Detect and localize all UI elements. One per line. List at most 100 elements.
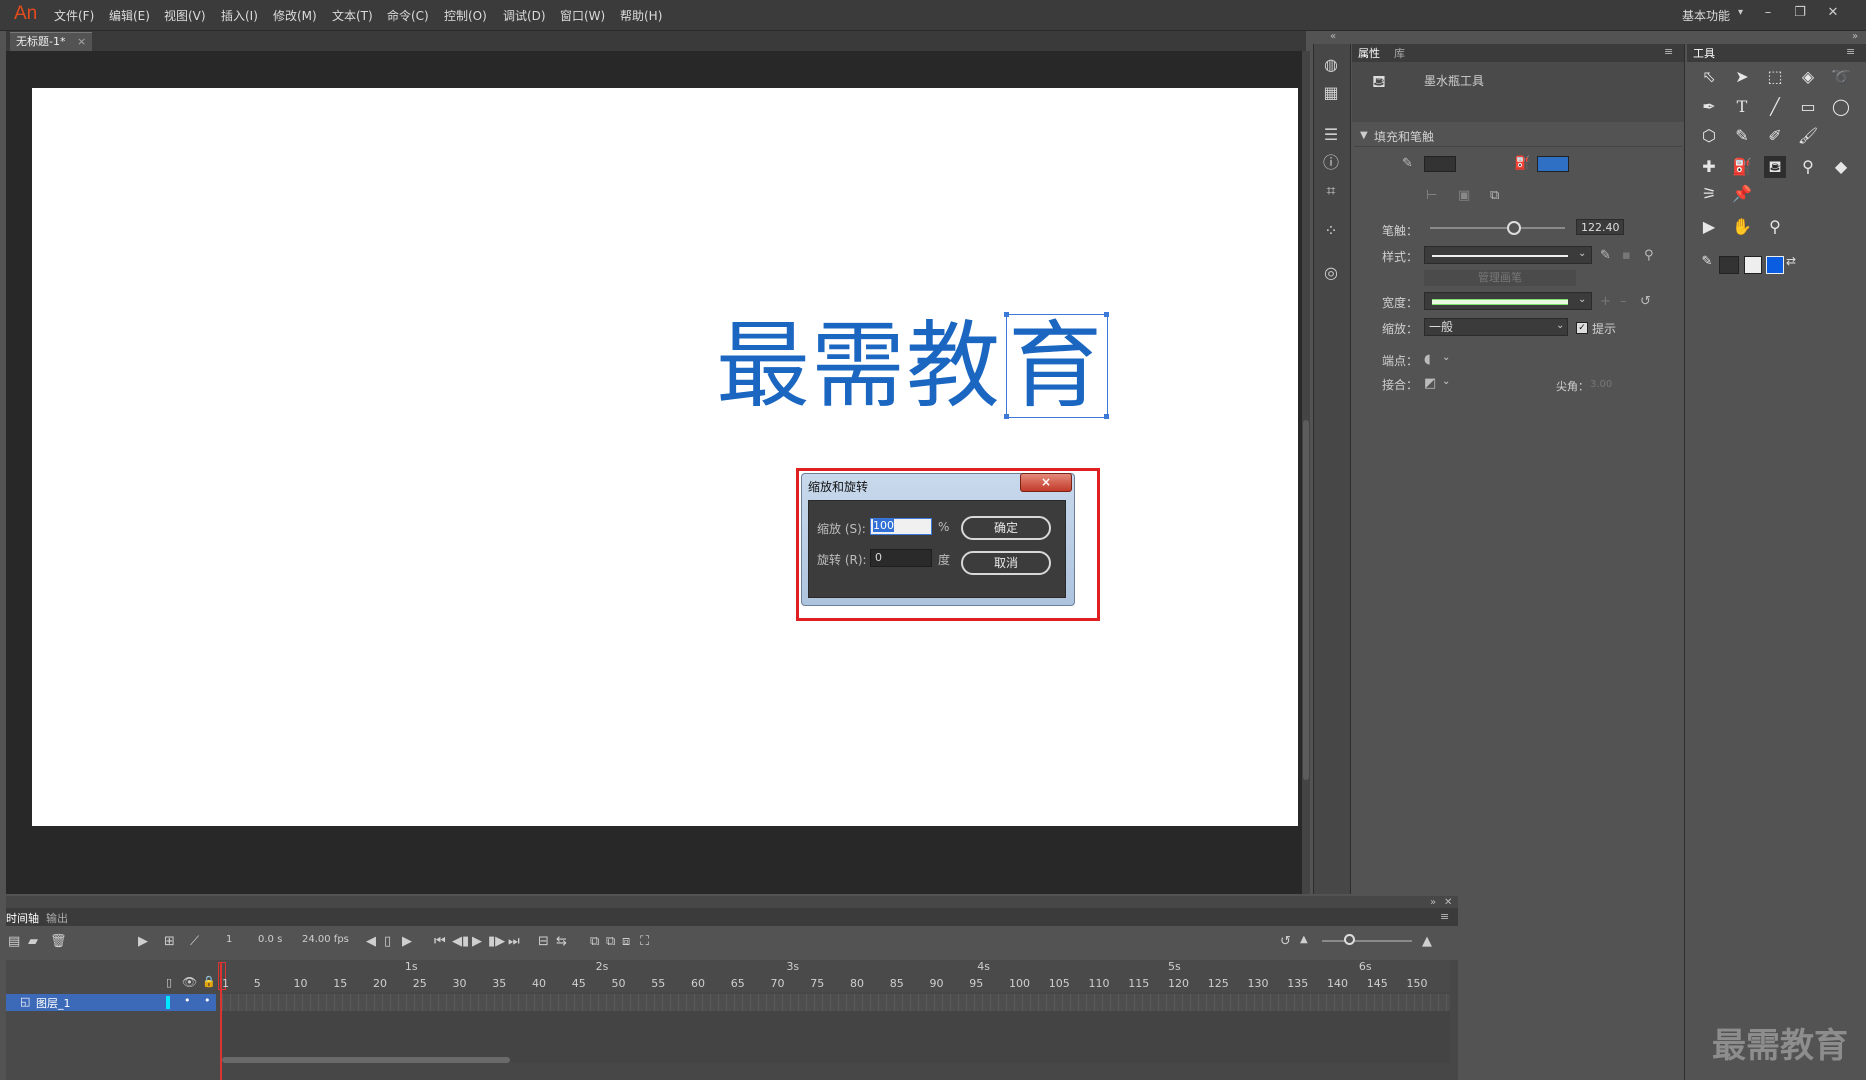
stroke-color-swatch[interactable]: [1424, 156, 1456, 172]
play-icon[interactable]: ▶: [472, 934, 482, 949]
style-chevron-icon[interactable]: ⌄: [1578, 248, 1586, 259]
menu-text[interactable]: 文本(T): [332, 7, 373, 24]
step-back-icon[interactable]: ◀▮: [452, 934, 469, 949]
layer-visible-dot[interactable]: •: [184, 994, 191, 1007]
dialog-close-button[interactable]: ×: [1020, 473, 1072, 492]
transform-panel-icon[interactable]: ⌗: [1322, 182, 1340, 200]
stroke-width-slider-knob[interactable]: [1507, 221, 1521, 235]
timeline-zoom-track[interactable]: [1322, 940, 1412, 942]
layer-lock-dot[interactable]: •: [204, 994, 211, 1007]
remove-width-icon[interactable]: –: [1620, 294, 1627, 309]
current-time[interactable]: 0.0 s: [258, 934, 282, 945]
align-panel-icon[interactable]: ☰: [1322, 126, 1340, 144]
center-frame-icon[interactable]: ⊟: [538, 934, 549, 949]
workspace-chevron-icon[interactable]: ▾: [1738, 7, 1743, 18]
line-tool-icon[interactable]: ╱: [1764, 96, 1786, 118]
collapse-tools-icon[interactable]: »: [1852, 31, 1858, 42]
menu-insert[interactable]: 插入(I): [221, 7, 258, 24]
swap-colors-icon[interactable]: ▣: [1458, 188, 1470, 203]
highlight-layers-icon[interactable]: ▯: [166, 976, 172, 989]
frame-rate[interactable]: 24.00 fps: [302, 934, 349, 945]
edit-multiple-frames-icon[interactable]: ⧈: [622, 934, 630, 949]
free-transform-tool-icon[interactable]: ⬚: [1764, 66, 1786, 88]
polystar-tool-icon[interactable]: ⬡: [1698, 125, 1720, 147]
tool-swap-colors-icon[interactable]: ⇄: [1786, 254, 1796, 268]
layer-name[interactable]: 图层_1: [36, 995, 71, 1011]
hint-checkbox[interactable]: ✓: [1576, 322, 1588, 334]
fill-color-swatch[interactable]: [1537, 156, 1569, 172]
scale-mode-chevron-icon[interactable]: ⌄: [1556, 320, 1564, 331]
selection-tool-icon[interactable]: ⬁: [1698, 66, 1720, 88]
text-tool-icon[interactable]: T: [1731, 96, 1753, 118]
go-to-first-icon[interactable]: ⏮: [434, 934, 446, 949]
section-fill-stroke[interactable]: 填充和笔触: [1374, 128, 1434, 145]
hand-tool-icon[interactable]: ✋: [1731, 216, 1753, 238]
paint-brush-tool-icon[interactable]: ✐: [1764, 125, 1786, 147]
ok-button[interactable]: 确定: [961, 516, 1051, 540]
tab-timeline[interactable]: 时间轴: [6, 910, 39, 926]
timeline-collapse-icon[interactable]: »: [1430, 897, 1436, 908]
menu-control[interactable]: 控制(O): [444, 7, 487, 24]
miter-value[interactable]: 3.00: [1590, 379, 1612, 390]
add-camera-icon[interactable]: ▶: [138, 934, 148, 949]
tab-output[interactable]: 输出: [46, 910, 68, 926]
timeline-close-icon[interactable]: ✕: [1444, 897, 1452, 908]
stroke-color-tool-icon[interactable]: ✎: [1696, 251, 1718, 273]
paint-bucket-tool-icon[interactable]: ⛽: [1731, 156, 1753, 178]
stage-canvas[interactable]: [32, 88, 1298, 826]
manage-brush-button[interactable]: 管理画笔: [1424, 270, 1576, 286]
swatches-panel-icon[interactable]: ▦: [1322, 84, 1340, 102]
reset-width-icon[interactable]: ↺: [1640, 294, 1651, 309]
tools-menu-icon[interactable]: ≡: [1846, 45, 1855, 58]
width-chevron-icon[interactable]: ⌄: [1578, 294, 1586, 305]
menu-debug[interactable]: 调试(D): [503, 7, 546, 24]
timeline-reset-icon[interactable]: ↺: [1280, 934, 1291, 949]
asset-warp-tool-icon[interactable]: 📌: [1731, 183, 1753, 205]
panel-menu-icon[interactable]: ≡: [1664, 45, 1673, 58]
onion-skin-icon[interactable]: ⧉: [590, 934, 599, 949]
insert-keyframe-icon[interactable]: ▯: [384, 934, 391, 949]
show-all-layers-icon[interactable]: 👁: [182, 975, 197, 989]
cap-style-icon[interactable]: ◖: [1424, 352, 1431, 367]
timeline-zoom-knob[interactable]: [1344, 934, 1355, 945]
stage-text-char-1[interactable]: 最: [716, 312, 810, 422]
cc-libraries-icon[interactable]: ◎: [1322, 264, 1340, 282]
layer-parenting-icon[interactable]: ⊞: [164, 934, 175, 949]
layer-frames[interactable]: [222, 994, 1450, 1011]
color-panel-icon[interactable]: ◍: [1322, 56, 1340, 74]
cap-chevron-icon[interactable]: ⌄: [1442, 352, 1450, 363]
info-panel-icon[interactable]: ⓘ: [1322, 154, 1340, 172]
eyedropper-tool-icon[interactable]: ⚲: [1797, 156, 1819, 178]
selection-handle-tr[interactable]: [1104, 312, 1109, 317]
current-frame[interactable]: 1: [226, 934, 232, 945]
zoom-out-timeline-icon[interactable]: ▲: [1300, 934, 1308, 945]
timeline-menu-icon[interactable]: ≡: [1440, 910, 1449, 923]
menu-file[interactable]: 文件(F): [54, 7, 94, 24]
minimize-icon[interactable]: –: [1757, 3, 1779, 23]
new-layer-icon[interactable]: ▤: [8, 934, 20, 949]
tab-properties[interactable]: 属性: [1358, 45, 1380, 61]
restore-icon[interactable]: ❐: [1789, 3, 1811, 23]
selection-handle-br[interactable]: [1104, 414, 1109, 419]
lasso-tool-icon[interactable]: ➰: [1830, 66, 1852, 88]
menu-edit[interactable]: 编辑(E): [109, 7, 150, 24]
subselection-tool-icon[interactable]: ➤: [1731, 66, 1753, 88]
oval-tool-icon[interactable]: ◯: [1830, 96, 1852, 118]
workspace-switcher[interactable]: 基本功能: [1682, 7, 1730, 24]
add-width-icon[interactable]: +: [1600, 294, 1611, 309]
cancel-button[interactable]: 取消: [961, 551, 1051, 575]
rotate-input[interactable]: 0: [870, 549, 932, 567]
zoom-tool-icon[interactable]: ⚲: [1764, 216, 1786, 238]
prev-keyframe-icon[interactable]: ◀: [366, 934, 376, 949]
new-folder-icon[interactable]: ▰: [28, 934, 38, 949]
join-style-icon[interactable]: ◩: [1424, 376, 1436, 391]
rectangle-tool-icon[interactable]: ▭: [1797, 96, 1819, 118]
3d-rotation-tool-icon[interactable]: ◈: [1797, 66, 1819, 88]
eraser-tool-icon[interactable]: ◆: [1830, 156, 1852, 178]
menu-modify[interactable]: 修改(M): [273, 7, 317, 24]
zoom-in-timeline-icon[interactable]: ▲: [1422, 934, 1432, 949]
stage-text-char-2[interactable]: 需: [811, 312, 905, 422]
graph-icon[interactable]: ⟋: [190, 934, 199, 949]
loop-icon[interactable]: ⇆: [556, 934, 567, 949]
menu-help[interactable]: 帮助(H): [620, 7, 662, 24]
